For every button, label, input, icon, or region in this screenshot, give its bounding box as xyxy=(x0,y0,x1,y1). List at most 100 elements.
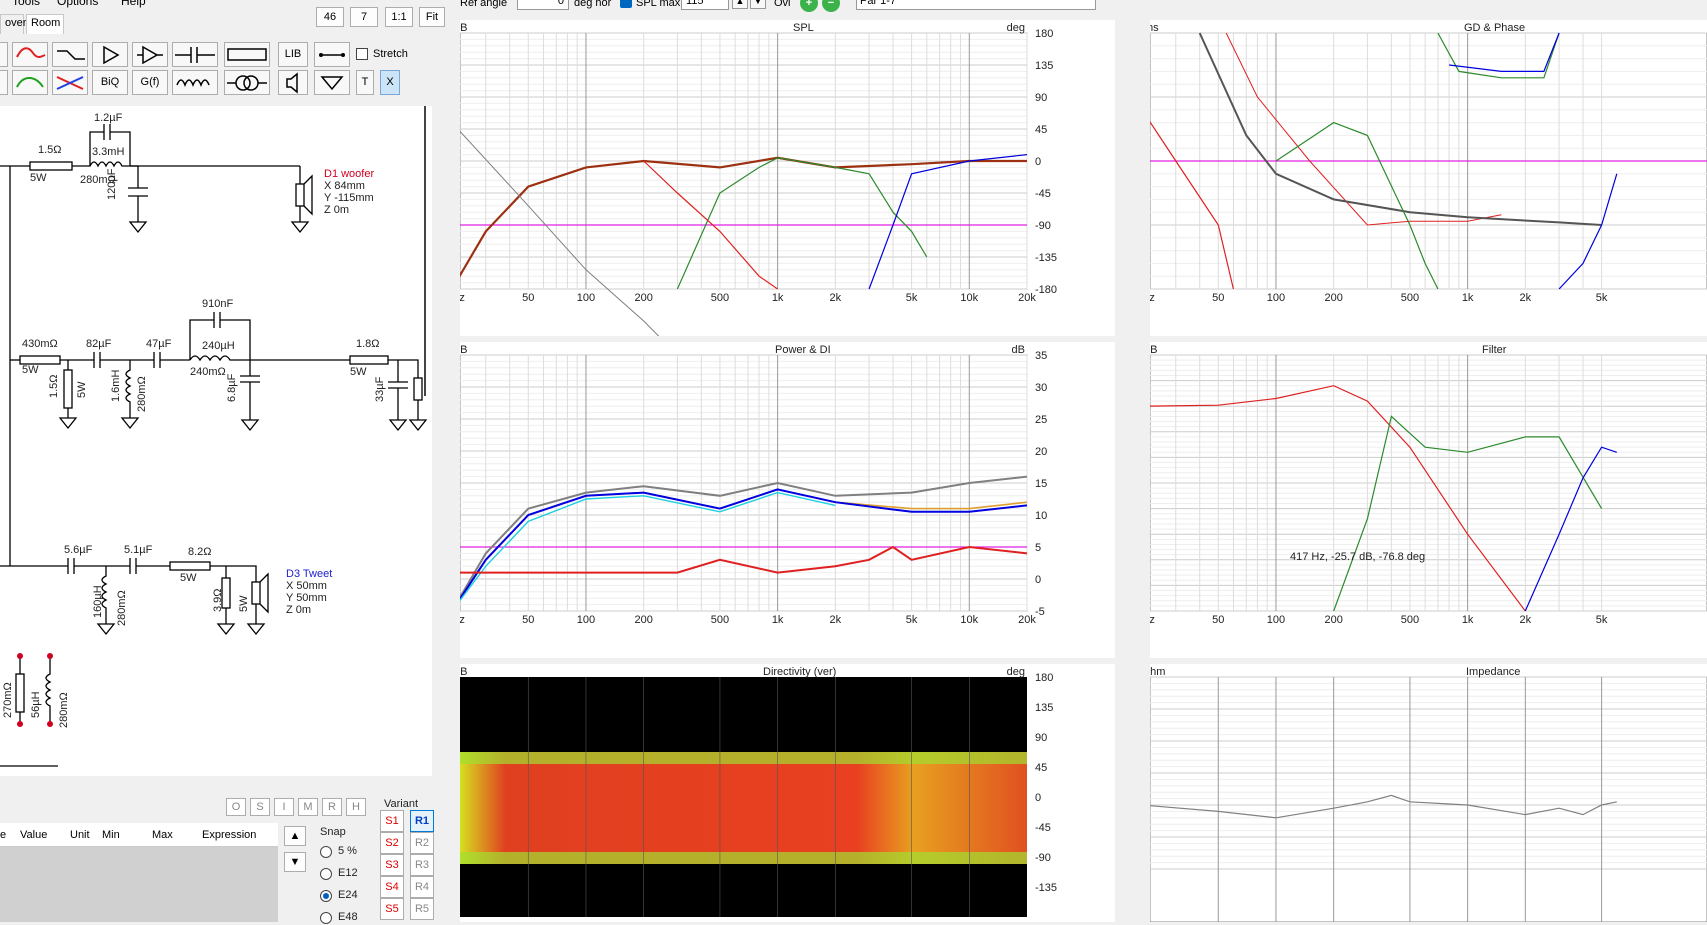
y2-unit-label: deg xyxy=(1007,22,1025,34)
bandpass-icon xyxy=(16,77,44,88)
directivity-panel[interactable]: dBdeg10597898173655718013590450-45-90-13… xyxy=(423,664,1115,924)
resistor-tool-button[interactable] xyxy=(224,42,270,67)
zoom-46-button[interactable]: 46 xyxy=(316,7,344,27)
transfer-function-button[interactable]: G(f) xyxy=(132,70,168,95)
capacitor-tool-button[interactable] xyxy=(172,42,218,67)
flag-h-button[interactable]: H xyxy=(346,798,366,816)
power-di-chart: 115110105100959085807520Hz501002005001k2… xyxy=(430,344,1048,626)
col-value-header[interactable]: Value xyxy=(20,829,47,841)
freq-tick-label: 2k xyxy=(1520,614,1532,626)
variant-s5-button[interactable]: S5 xyxy=(380,898,404,920)
snap-e24-radio[interactable] xyxy=(320,890,332,902)
col-name-header[interactable]: e xyxy=(0,829,6,841)
inductor-tool-button[interactable] xyxy=(172,70,218,95)
amplifier-tool-button[interactable] xyxy=(92,42,128,67)
menu-tools[interactable]: Tools xyxy=(12,0,40,8)
arrow-down-icon[interactable]: ▼ xyxy=(750,0,766,9)
spl-max-checkbox[interactable] xyxy=(620,0,632,8)
spl-max-label: SPL max xyxy=(636,0,681,9)
flag-r-button[interactable]: R xyxy=(322,798,342,816)
spl-panel[interactable]: 115110105100959085807520Hz501002005001k2… xyxy=(430,20,1115,514)
arrow-up-icon[interactable]: ▲ xyxy=(732,0,748,9)
remove-icon[interactable]: − xyxy=(822,0,840,12)
stretch-checkbox[interactable] xyxy=(356,48,368,60)
buffer-icon xyxy=(137,45,163,65)
menu-help[interactable]: Help xyxy=(121,0,146,8)
spl-max-input[interactable]: 115 xyxy=(681,0,729,10)
y-unit-label: dB xyxy=(460,22,467,34)
flag-i-button[interactable]: I xyxy=(274,798,294,816)
tool-partial-button[interactable] xyxy=(0,42,8,67)
y2-unit-label: dB xyxy=(1012,344,1025,356)
driver-tool-button[interactable] xyxy=(278,70,308,95)
tab-crossover[interactable]: over xyxy=(0,14,26,34)
menu-options[interactable]: Options xyxy=(57,0,98,8)
l2-label: 240µH xyxy=(202,340,235,352)
flag-m-button[interactable]: M xyxy=(298,798,318,816)
ref-angle-input[interactable]: 0 xyxy=(517,0,569,10)
variant-r3-button[interactable]: R3 xyxy=(410,854,434,876)
text-tool-button[interactable]: T xyxy=(356,70,374,95)
snap-5pct-radio[interactable] xyxy=(320,846,332,858)
library-button[interactable]: LIB xyxy=(278,42,308,67)
snap-label: Snap xyxy=(320,826,346,838)
add-icon[interactable]: + xyxy=(800,0,818,12)
impedance-panel[interactable]: 40353025201510ohm Impedance xyxy=(1126,664,1707,923)
snap-e48-radio[interactable] xyxy=(320,912,332,924)
power-di-panel[interactable]: 115110105100959085807520Hz501002005001k2… xyxy=(430,342,1115,658)
col-expression-header[interactable]: Expression xyxy=(202,829,256,841)
shelf-tool-button[interactable] xyxy=(52,42,88,67)
variant-r2-button[interactable]: R2 xyxy=(410,832,434,854)
snap-e12-radio[interactable] xyxy=(320,868,332,880)
variant-s1-button[interactable]: S1 xyxy=(380,810,404,832)
filter-panel[interactable]: 1050-5-10-15-20-25-30-35-4020Hz501002005… xyxy=(1122,342,1707,658)
d3-z-label: Z 0m xyxy=(286,604,312,616)
r5-label: 8.2Ω xyxy=(188,546,212,558)
d1-z-label: Z 0m xyxy=(324,204,350,216)
gd-phase-chart: 151050-520Hz501002005001k2k5kms xyxy=(1126,22,1707,304)
r3-label: 1.8Ω xyxy=(356,338,380,350)
variant-s4-button[interactable]: S4 xyxy=(380,876,404,898)
freq-tick-label: 500 xyxy=(1401,614,1419,626)
zoom-1to1-button[interactable]: 1:1 xyxy=(385,7,413,27)
move-down-icon[interactable]: ▼ xyxy=(284,852,306,872)
freq-tick-label: 500 xyxy=(1401,292,1419,304)
freq-tick-label: 200 xyxy=(1324,614,1342,626)
crossover-tool-button[interactable] xyxy=(52,70,88,95)
flag-s-button[interactable]: S xyxy=(250,798,270,816)
bandpass-tool-button[interactable] xyxy=(12,70,48,95)
lowpass-tool-button[interactable] xyxy=(12,42,48,67)
variant-r1-button[interactable]: R1 xyxy=(410,810,434,832)
gd-phase-panel[interactable]: 151050-520Hz501002005001k2k5kms GD & Pha… xyxy=(1126,20,1707,336)
tool-partial-button-2[interactable] xyxy=(0,70,8,95)
wire-tool-button[interactable] xyxy=(314,42,350,67)
transformer-tool-button[interactable] xyxy=(224,70,270,95)
col-max-header[interactable]: Max xyxy=(152,829,173,841)
par-select[interactable]: Par 1-7 xyxy=(856,0,1096,10)
freq-tick-label: 1k xyxy=(1462,614,1474,626)
col-unit-header[interactable]: Unit xyxy=(70,829,90,841)
variant-s2-button[interactable]: S2 xyxy=(380,832,404,854)
zoom-7-button[interactable]: 7 xyxy=(350,7,378,27)
tab-room[interactable]: Room xyxy=(26,14,64,34)
r2-label: 430mΩ xyxy=(22,338,58,350)
variant-s3-button[interactable]: S3 xyxy=(380,854,404,876)
buffer-tool-button[interactable] xyxy=(132,42,168,67)
d1-y-label: Y -115mm xyxy=(324,192,374,204)
col-min-header[interactable]: Min xyxy=(102,829,120,841)
zoom-fit-button[interactable]: Fit xyxy=(419,7,445,27)
y2-tick-label: -45 xyxy=(1035,822,1051,834)
biquad-button[interactable]: BiQ xyxy=(92,70,128,95)
flag-o-button[interactable]: O xyxy=(226,798,246,816)
ground-tool-button[interactable] xyxy=(314,70,350,95)
schematic-canvas[interactable]: 1.5Ω 5W 1.2µF 3.3mH 280mΩ 120µF D1 woofe… xyxy=(0,106,432,776)
move-up-icon[interactable]: ▲ xyxy=(284,826,306,846)
inductor-icon xyxy=(176,79,210,88)
variant-r5-button[interactable]: R5 xyxy=(410,898,434,920)
variant-r4-button[interactable]: R4 xyxy=(410,876,434,898)
delete-tool-button[interactable]: X xyxy=(380,70,400,95)
stretch-label: Stretch xyxy=(373,48,408,60)
speaker-icon xyxy=(286,72,298,94)
impedance-title: Impedance xyxy=(1466,666,1521,678)
freq-tick-label: 50 xyxy=(1212,292,1224,304)
